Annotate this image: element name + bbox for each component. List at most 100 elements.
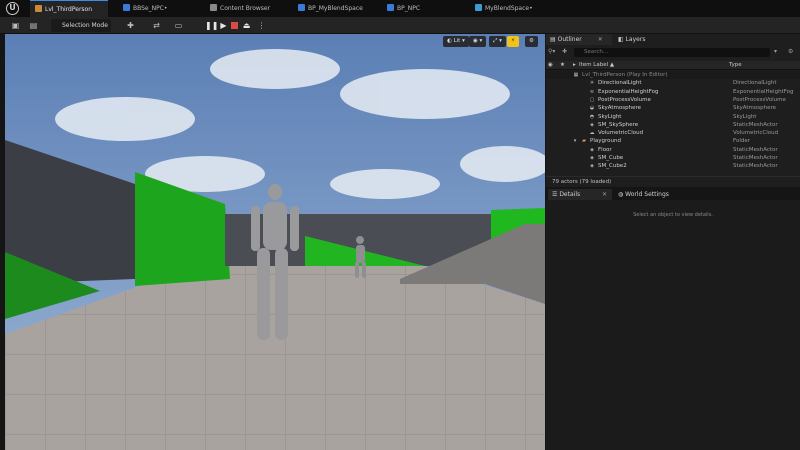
pause-icon[interactable]: ❚❚ [205,20,218,31]
row-label: VolumetricCloud [598,130,644,137]
table-row[interactable]: ☀ DirectionalLight DirectionalLight [546,79,800,87]
mesh-icon: ◈ [590,121,594,128]
settings-icon[interactable]: ⚙ [788,48,793,55]
dropdown-icon[interactable]: ▾ [774,48,777,55]
row-label: DirectionalLight [598,80,642,87]
view-mode-button[interactable]: ◐ Lit ▾ [443,36,469,47]
row-label: SM_Cube2 [598,163,627,170]
cinematics-icon[interactable]: ▭ [173,20,184,31]
visibility-column-icon[interactable]: ◉ [548,61,553,70]
transform-button[interactable]: ⤢ ▾ [489,36,506,47]
eject-icon[interactable]: ⏏ [241,20,252,31]
blueprint-menu-icon[interactable]: ⇄ [151,20,162,31]
tab-world-settings[interactable]: ◍ World Settings [614,189,694,200]
quick-add-icon[interactable]: ✚ [125,20,136,31]
folder-icon [210,4,217,11]
row-label: ExponentialHeightFog [598,88,659,95]
mesh-icon: ◈ [590,146,594,153]
content-icon[interactable]: ▤ [28,20,39,31]
gear-icon: ⚙ [529,38,534,44]
item-label-column[interactable]: Item Label ▲ [579,61,614,70]
skylight-icon: ◓ [589,113,595,120]
row-label: SM_SkySphere [598,121,639,128]
main-toolbar: ▣ ▤ Selection Mode ▾ ✚ ⇄ ▭ ❚❚ ▶ ⏏ ⋮ [0,17,800,42]
sky-icon: ◒ [589,105,595,112]
row-type: StaticMeshActor [733,146,778,153]
chevron-down-icon[interactable]: ▾ [572,138,578,144]
table-row[interactable]: ≋ ExponentialHeightFog ExponentialHeightFo… [546,88,800,96]
table-row[interactable]: ◈ Floor StaticMeshActor [546,146,800,154]
stop-icon[interactable] [231,22,238,29]
table-row[interactable]: ▢ PostProcessVolume PostProcessVolume [546,96,800,104]
row-label: PostProcessVolume [598,96,651,103]
table-row[interactable]: ◒ SkyAtmosphere SkyAtmosphere [546,104,800,112]
fog-icon: ≋ [589,88,595,95]
tab-bp-npc[interactable]: BP_NPC [382,0,462,17]
row-label: Playground [590,138,621,145]
details-icon: ☰ [552,191,558,198]
details-empty-hint: Select an object to view details. [633,212,713,218]
unreal-logo-icon[interactable]: U [6,2,19,15]
table-row[interactable]: ☁ VolumetricCloud VolumetricCloud [546,129,800,137]
table-row[interactable]: ◈ SM_SkySphere StaticMeshActor [546,121,800,129]
tab-bbse-npc[interactable]: BBSe_NPC• [118,0,198,17]
step-icon[interactable]: ▶ [218,20,229,31]
row-type: SkyLight [733,113,757,120]
table-row[interactable]: ◈ SM_Cube StaticMeshActor [546,154,800,162]
row-type: Folder [733,138,750,145]
row-label: Lvl_ThirdPerson (Play In Editor) [582,72,668,78]
level-viewport[interactable]: ◐ Lit ▾ ◉ ▾ ⤢ ▾ ⚡ ⚙ [5,34,545,450]
outliner-folder-row[interactable]: ▾ ▰ Playground Folder [546,137,800,145]
tab-content-browser[interactable]: Content Browser [205,0,287,17]
tab-outliner[interactable]: ▤ Outliner ✕ [546,34,612,45]
editor-window: U Lvl_ThirdPerson BBSe_NPC• Content Brow… [0,0,800,450]
table-row[interactable]: ◓ SkyLight SkyLight [546,113,800,121]
blendspace-icon [475,4,482,11]
pin-column-icon[interactable]: ★ [560,61,565,70]
blendspace-icon [123,4,130,11]
actor-count: 79 actors (79 loaded) [546,176,800,187]
row-type: SkyAtmosphere [733,105,777,112]
outliner-level-row[interactable]: ▦ Lvl_ThirdPerson (Play In Editor) [546,71,800,80]
save-icon[interactable]: ▣ [10,20,21,31]
close-icon[interactable]: ✕ [602,191,607,198]
close-icon[interactable]: ✕ [598,36,603,43]
snap-icon: ⤢ [493,38,498,44]
folder-icon: ▰ [582,138,586,145]
tab-layers[interactable]: ◧ Layers [614,34,674,45]
blueprint-icon [387,4,394,11]
outliner-icon: ▤ [550,36,556,43]
outliner-search-input[interactable]: Search... [574,48,770,57]
viewport-settings-button[interactable]: ⚙ [525,36,538,47]
details-tab-bar: ☰ Details ✕ ◍ World Settings [546,188,800,200]
table-row[interactable]: ◈ SM_Cube2 StaticMeshActor [546,162,800,170]
row-type: StaticMeshActor [733,155,778,161]
outliner-panel: ▤ Outliner ✕ ◧ Layers ⚲▾ ✚ Search... ▾ ⚙… [546,34,800,187]
tab-bp-myblendspace[interactable]: BP_MyBlendSpace [293,0,378,17]
layers-icon: ◧ [618,36,624,43]
filter-icon[interactable]: ⚲▾ [548,48,555,55]
lock-column-icon[interactable]: ▸ [573,61,576,70]
more-options-icon[interactable]: ⋮ [256,20,267,31]
outliner-column-header: ◉ ★ ▸ Item Label ▲ Type [546,61,800,70]
viewport-highlight-button[interactable]: ⚡ [507,36,519,47]
blueprint-icon [298,4,305,11]
mesh-icon: ◈ [590,163,594,170]
level-icon: ▦ [573,72,579,78]
row-label: SkyLight [598,113,622,120]
tab-myblendspace[interactable]: MyBlendSpace• [470,0,560,17]
mesh-icon: ◈ [590,155,594,161]
lit-icon: ◐ [447,38,452,44]
show-menu-button[interactable]: ◉ ▾ [469,36,487,47]
tab-lvl-thirdperson[interactable]: Lvl_ThirdPerson [30,0,108,17]
selection-mode-dropdown[interactable]: Selection Mode ▾ [51,19,111,42]
details-panel: ☰ Details ✕ ◍ World Settings Select an o… [546,188,800,450]
chevron-down-icon: ▾ [462,38,465,44]
eye-icon: ◉ [473,38,478,44]
volume-icon: ▢ [589,96,595,103]
cloud-icon: ☁ [589,130,595,137]
type-column[interactable]: Type [729,61,742,70]
add-icon[interactable]: ✚ [562,48,567,55]
document-tab-bar: U Lvl_ThirdPerson BBSe_NPC• Content Brow… [0,0,800,17]
tab-details[interactable]: ☰ Details ✕ [548,189,612,200]
